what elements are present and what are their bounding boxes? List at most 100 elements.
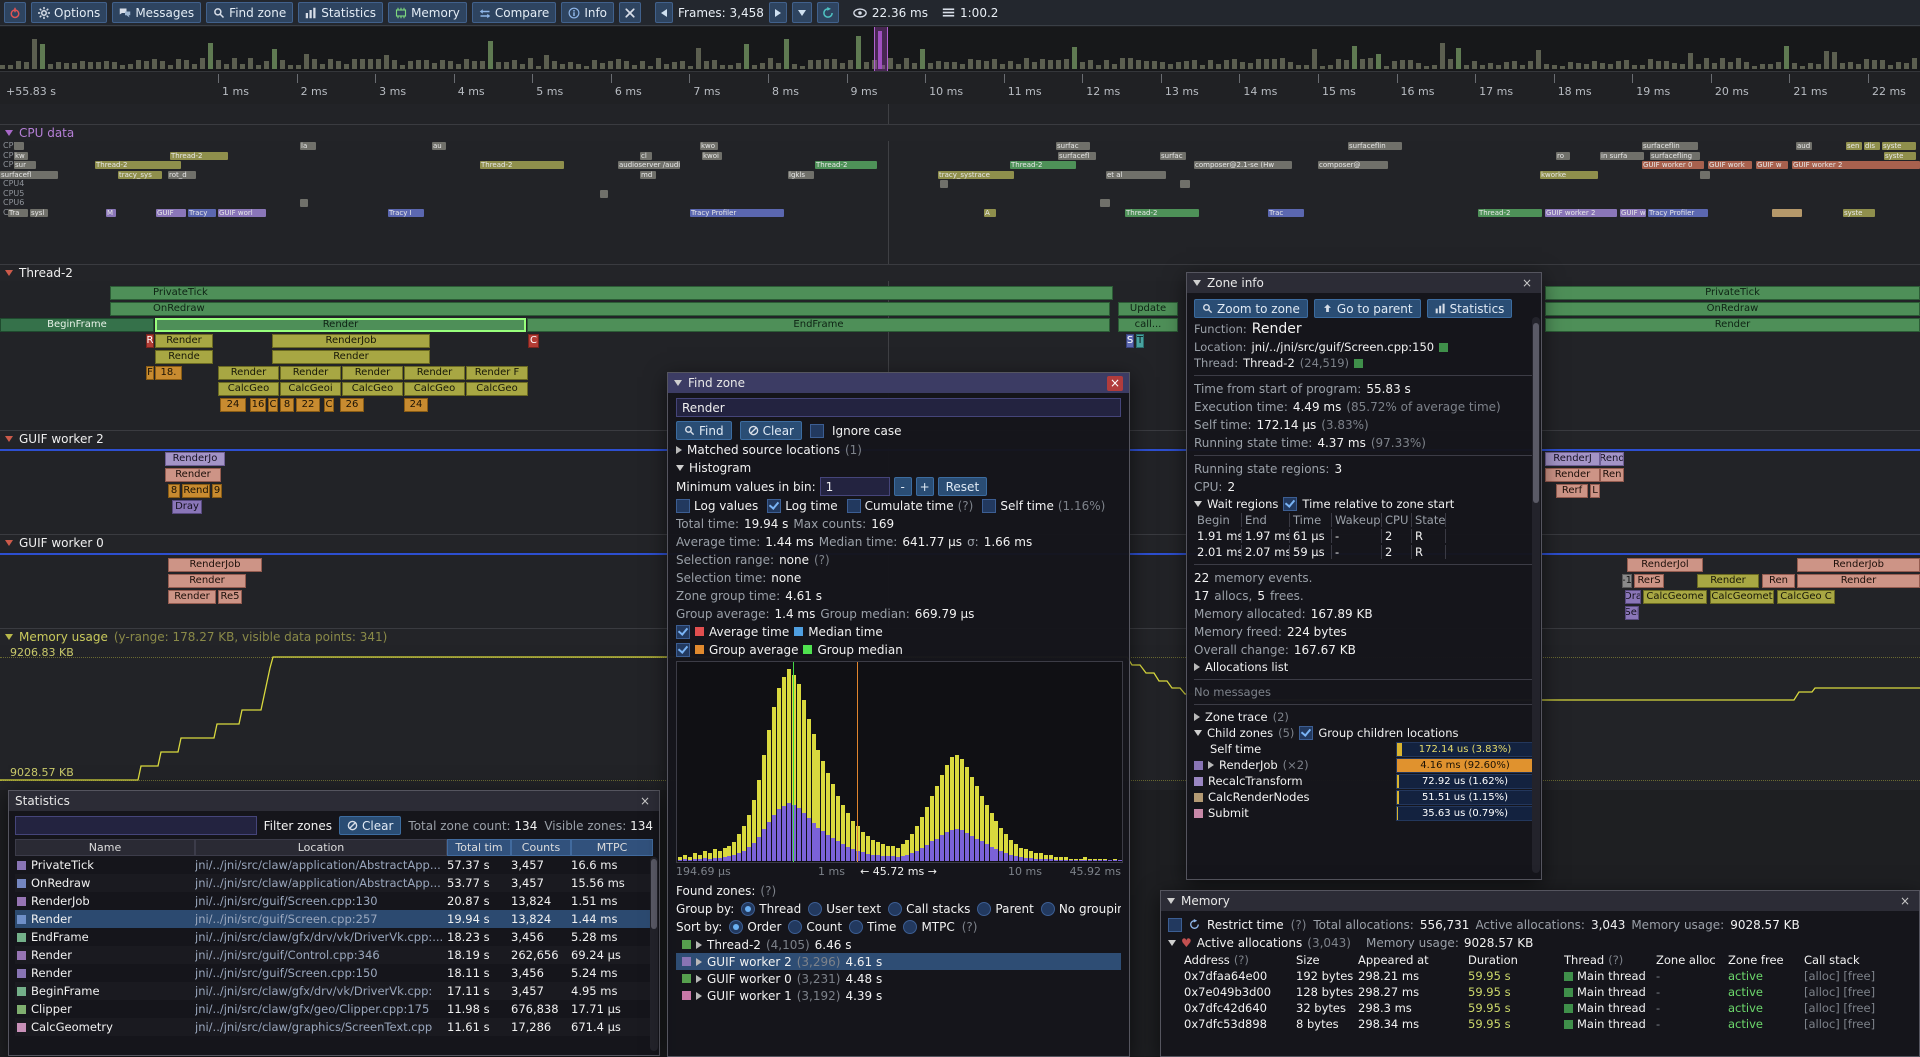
zone-renderj[interactable]: RenderJ (1545, 452, 1600, 466)
cpu-segment[interactable]: sen (1846, 142, 1862, 150)
radio[interactable] (977, 902, 991, 916)
allocation-row[interactable]: 0x7dfc42d64032 bytes298.3 ms59.95 sMain … (1168, 1000, 1912, 1016)
expand-icon[interactable] (696, 941, 702, 949)
cpu-segment[interactable]: syste (1843, 209, 1875, 217)
column-address[interactable]: Address(?) (1184, 953, 1296, 967)
wait-table-row[interactable]: 2.01 ms2.07 ms59 μs-2R (1194, 544, 1534, 560)
statistics-titlebar[interactable]: Statistics × (9, 791, 659, 811)
collapse-icon[interactable] (674, 380, 682, 386)
cpu-segment[interactable]: Tra (8, 209, 28, 217)
source-location[interactable]: jni/../jni/src/guif/Screen.cpp:150 (1252, 340, 1435, 354)
cpu-segment[interactable]: aud (1796, 142, 1812, 150)
frame-overview-strip[interactable] (0, 27, 1920, 72)
cpu-segment[interactable]: cl (640, 152, 652, 160)
collapse-icon[interactable] (1194, 730, 1202, 736)
zone-dra[interactable]: Dra (1625, 590, 1641, 604)
sort-by-count[interactable]: Count (788, 920, 842, 934)
cpu-segment[interactable]: kw (14, 152, 28, 160)
expand-icon[interactable] (1194, 713, 1200, 721)
zone-renderjob[interactable]: RenderJob (272, 334, 430, 348)
cpu-segment[interactable]: M (106, 209, 116, 217)
cpu-segment[interactable]: dis (1864, 142, 1880, 150)
cpu-segment[interactable]: surfaceflin (1348, 142, 1402, 150)
memory-button[interactable]: Memory (388, 2, 467, 23)
table-row[interactable]: Renderjni/../jni/src/guif/Control.cpp:34… (15, 946, 653, 964)
zone-trace-row[interactable]: Zone trace (2) (1194, 709, 1534, 725)
thread-name[interactable]: Thread-2 (1243, 356, 1295, 370)
sort-by-order[interactable]: Order (729, 920, 781, 934)
child-zone-row[interactable]: RenderJob(×2)4.16 ms (92.60%) (1194, 757, 1534, 773)
zone-render[interactable]: Render (218, 366, 279, 380)
zone-ren[interactable]: Ren (1762, 574, 1795, 588)
histogram-section-row[interactable]: Histogram (676, 459, 1121, 476)
thread2-header[interactable]: Thread-2 (0, 264, 1920, 281)
zone-render[interactable]: Render (1545, 468, 1600, 482)
scrollbar-thumb[interactable] (1533, 323, 1539, 503)
zone-group-row[interactable]: Thread-2(4,105)6.46 s (676, 936, 1121, 953)
cpu-segment[interactable]: Thread-2 (815, 161, 877, 169)
radio[interactable] (888, 902, 902, 916)
zone-render[interactable]: Render (342, 366, 403, 380)
zone-26[interactable]: 26 (340, 398, 364, 412)
goto-frame-button[interactable] (817, 2, 839, 23)
cpu-segment[interactable]: et al (1106, 171, 1166, 179)
help-icon[interactable]: (?) (1291, 918, 1307, 932)
zone-f[interactable]: F (146, 366, 154, 380)
collapse-icon[interactable] (5, 270, 13, 276)
zone-render[interactable]: Render (404, 366, 465, 380)
cpu-segment[interactable]: surfac (1056, 142, 1090, 150)
table-row[interactable]: Clipperjni/../jni/src/claw/gfx/geo/Clipp… (15, 1000, 653, 1018)
cpu-segment[interactable] (1180, 180, 1190, 188)
child-zone-row[interactable]: CalcRenderNodes51.51 us (1.15%) (1194, 789, 1534, 805)
radio[interactable] (729, 920, 743, 934)
zone-update[interactable]: Update (1118, 302, 1178, 316)
group-children-checkbox[interactable] (1299, 726, 1313, 740)
cpu-segment[interactable]: composer@ (1318, 161, 1388, 169)
memory-titlebar[interactable]: Memory × (1161, 891, 1919, 911)
checkbox[interactable] (676, 643, 690, 657)
zone-8[interactable]: 8 (280, 398, 294, 412)
allocations-list-row[interactable]: Allocations list (1194, 659, 1534, 675)
zone-renderjol[interactable]: RenderJol (1627, 558, 1703, 572)
zone-22[interactable]: 22 (296, 398, 320, 412)
child-zone-row[interactable]: Self time172.14 us (3.83%) (1194, 741, 1534, 757)
cpu-segment[interactable]: kwo (700, 142, 718, 150)
collapse-icon[interactable] (5, 540, 13, 546)
collapse-icon[interactable] (1167, 898, 1175, 904)
cpu-segment[interactable]: au (432, 142, 446, 150)
search-input[interactable]: Render (676, 398, 1121, 417)
zone-rend[interactable]: Rend (1600, 452, 1624, 466)
zone-calcgeo[interactable]: CalcGeo (218, 382, 279, 396)
statistics-button[interactable]: Statistics (298, 2, 383, 23)
wait-regions-row[interactable]: Wait regions Time relative to zone start (1194, 496, 1534, 512)
clear-button[interactable]: Clear (740, 421, 802, 440)
zone-c[interactable]: C (268, 398, 278, 412)
time-ruler[interactable]: +55.83 s 1 ms2 ms3 ms4 ms5 ms6 ms7 ms8 m… (0, 72, 1920, 105)
zone-renderjo[interactable]: RenderJo (165, 452, 225, 466)
checkbox[interactable] (767, 499, 781, 513)
cpu-segment[interactable]: tracy_sys (118, 171, 162, 179)
collapse-icon[interactable] (1193, 280, 1201, 286)
zone-info-titlebar[interactable]: Zone info × (1187, 273, 1541, 293)
wait-table-row[interactable]: 1.91 ms1.97 ms61 μs-2R (1194, 528, 1534, 544)
matched-locations-row[interactable]: Matched source locations (1) (676, 441, 1121, 458)
messages-button[interactable]: Messages (112, 2, 201, 23)
table-row[interactable]: Renderjni/../jni/src/guif/Screen.cpp:257… (15, 910, 653, 928)
sort-by-mtpc[interactable]: MTPC (903, 920, 954, 934)
cpu-segment[interactable]: md (640, 171, 656, 179)
cpu-segment[interactable]: GUIF (156, 209, 186, 217)
options-button[interactable]: Options (31, 2, 107, 23)
cpu-segment[interactable]: la (300, 142, 316, 150)
cpu-segment[interactable]: Thread-2 (1010, 161, 1076, 169)
zone-ren[interactable]: Ren (1600, 468, 1624, 482)
callstack-cell[interactable]: [alloc] [free] (1804, 985, 1912, 999)
expand-icon[interactable] (1194, 663, 1200, 671)
cpu-segment[interactable]: GUIF w (1620, 209, 1646, 217)
zone-beginframe[interactable]: BeginFrame (0, 318, 154, 332)
column-appeared-at[interactable]: Appeared at (1358, 953, 1468, 967)
allocation-row[interactable]: 0x7dfc53d8988 bytes298.34 ms59.95 sMain … (1168, 1016, 1912, 1032)
collapse-icon[interactable] (1194, 501, 1202, 507)
cpu-segment[interactable]: kworke (1540, 171, 1598, 179)
expand-icon[interactable] (676, 446, 682, 454)
cpu-segment[interactable]: rot_d (168, 171, 196, 179)
